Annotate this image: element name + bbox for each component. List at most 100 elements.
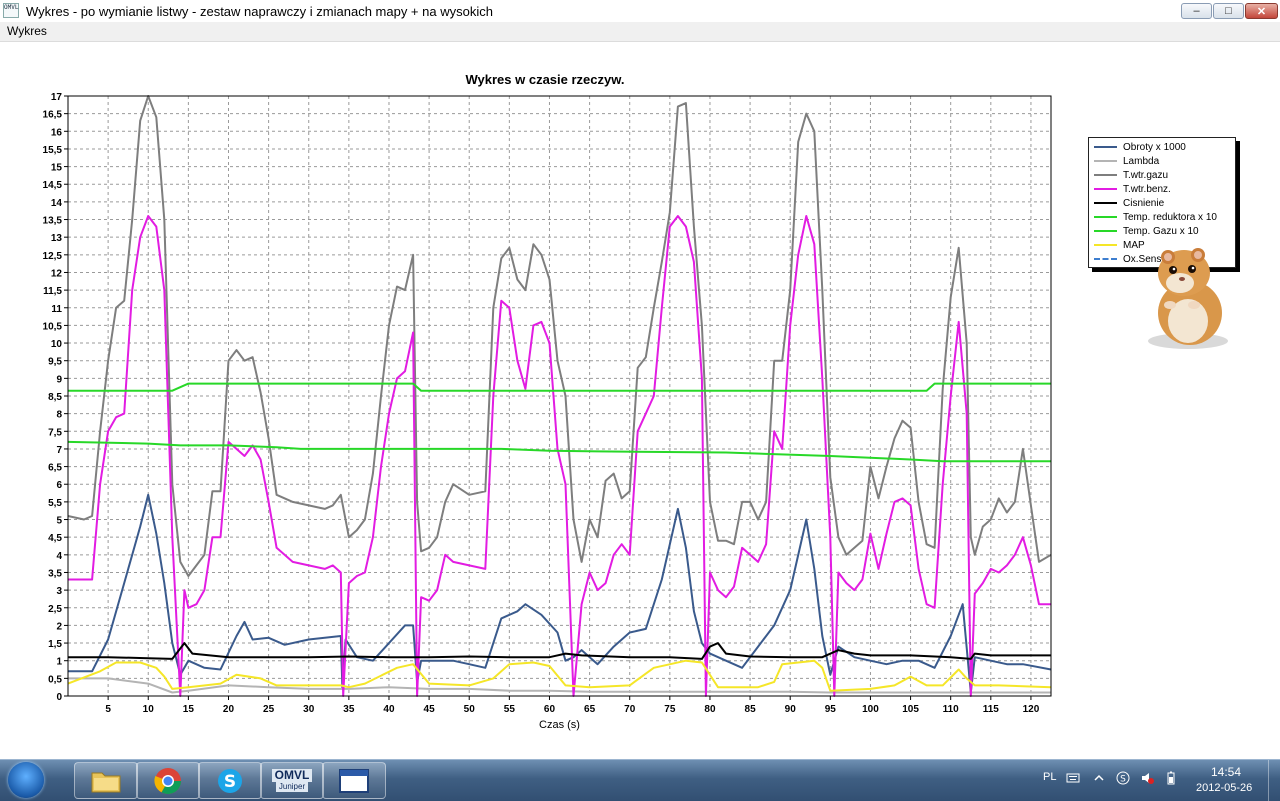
x-tick-label: 40: [383, 704, 395, 715]
legend-item: Cisnienie: [1094, 196, 1235, 210]
legend-label: Lambda: [1123, 155, 1160, 167]
x-tick-label: 80: [704, 704, 716, 715]
y-tick-label: 10: [51, 339, 63, 350]
legend-item: Temp. Gazu x 10: [1094, 224, 1235, 238]
y-tick-label: 9: [56, 374, 62, 385]
x-tick-label: 45: [424, 704, 436, 715]
hamster-mascot-image: [1148, 248, 1228, 349]
y-tick-label: 10,5: [43, 321, 63, 332]
y-tick-label: 4,5: [48, 533, 62, 544]
legend-item: Lambda: [1094, 154, 1235, 168]
x-tick-label: 120: [1023, 704, 1040, 715]
legend-label: Temp. Gazu x 10: [1123, 225, 1199, 237]
clock-time[interactable]: 14:54: [1211, 765, 1241, 779]
y-tick-label: 13,5: [43, 216, 63, 227]
taskbar: S OMVL Juniper PL 14:54 2012-05-26: [0, 759, 1280, 801]
start-button[interactable]: [8, 762, 44, 798]
chrome-icon: [154, 767, 182, 794]
legend-item: T.wtr.gazu: [1094, 168, 1235, 182]
legend-swatch: [1094, 230, 1117, 232]
y-tick-label: 13: [51, 233, 63, 244]
y-tick-label: 0: [56, 692, 62, 703]
y-tick-label: 14: [51, 198, 63, 209]
x-tick-label: 15: [183, 704, 195, 715]
y-tick-label: 15: [51, 163, 63, 174]
speaker-muted-icon[interactable]: [1140, 771, 1154, 785]
keyboard-icon[interactable]: [1066, 771, 1080, 785]
battery-icon[interactable]: [1164, 771, 1178, 785]
chevron-up-icon[interactable]: [1092, 771, 1106, 785]
y-tick-label: 15,5: [43, 145, 63, 156]
x-tick-label: 100: [862, 704, 879, 715]
x-tick-label: 95: [825, 704, 837, 715]
legend-swatch: [1094, 258, 1117, 260]
window-icon: [339, 768, 369, 793]
taskbar-chrome-button[interactable]: [136, 762, 200, 799]
omvl-icon-sublabel: Juniper: [275, 782, 309, 792]
y-tick-label: 12,5: [43, 251, 63, 262]
y-tick-label: 3: [56, 586, 62, 597]
y-tick-label: 14,5: [43, 180, 63, 191]
x-tick-label: 10: [143, 704, 155, 715]
taskbar-explorer-button[interactable]: [74, 762, 138, 799]
taskbar-skype-button[interactable]: S: [198, 762, 262, 799]
clock-date[interactable]: 2012-05-26: [1196, 782, 1252, 794]
skype-icon: S: [218, 768, 242, 793]
y-tick-label: 5,5: [48, 498, 62, 509]
y-tick-label: 1,5: [48, 639, 62, 650]
y-tick-label: 8: [56, 410, 62, 421]
x-tick-label: 115: [983, 704, 1000, 715]
y-tick-label: 3,5: [48, 568, 62, 579]
legend-swatch: [1094, 188, 1117, 190]
y-tick-label: 1: [56, 657, 62, 668]
taskbar-window-button[interactable]: [322, 762, 386, 799]
legend-label: T.wtr.benz.: [1123, 183, 1171, 195]
y-tick-label: 5: [56, 516, 62, 527]
y-tick-label: 9,5: [48, 357, 62, 368]
y-tick-label: 7,5: [48, 427, 62, 438]
legend-swatch: [1094, 160, 1117, 162]
language-indicator[interactable]: PL: [1043, 771, 1056, 783]
legend-swatch: [1094, 244, 1117, 246]
legend-item: Temp. reduktora x 10: [1094, 210, 1235, 224]
legend-item: T.wtr.benz.: [1094, 182, 1235, 196]
x-tick-label: 110: [943, 704, 960, 715]
y-tick-label: 11,5: [43, 286, 62, 297]
y-tick-label: 16,5: [43, 110, 63, 121]
y-tick-label: 17: [51, 92, 63, 103]
folder-icon: [91, 772, 121, 792]
y-tick-label: 12: [51, 268, 63, 279]
x-tick-label: 70: [624, 704, 636, 715]
y-tick-label: 6: [56, 480, 62, 491]
legend-label: Temp. reduktora x 10: [1123, 211, 1217, 223]
y-tick-label: 0,5: [48, 674, 62, 685]
legend-item: Obroty x 1000: [1094, 140, 1235, 154]
x-tick-label: 30: [303, 704, 315, 715]
y-tick-label: 2: [56, 621, 62, 632]
y-tick-label: 4: [56, 551, 62, 562]
show-desktop-button[interactable]: [1268, 760, 1280, 801]
svg-text:S: S: [224, 772, 236, 792]
x-tick-label: 55: [504, 704, 516, 715]
legend-swatch: [1094, 174, 1117, 176]
x-tick-label: 25: [263, 704, 275, 715]
legend-label: T.wtr.gazu: [1123, 169, 1169, 181]
y-tick-label: 11: [51, 304, 62, 315]
x-tick-label: 90: [785, 704, 797, 715]
x-tick-label: 5: [105, 704, 111, 715]
taskbar-omvl-button[interactable]: OMVL Juniper: [260, 762, 324, 799]
y-tick-label: 8,5: [48, 392, 62, 403]
x-tick-label: 75: [664, 704, 676, 715]
skype-tray-icon[interactable]: S: [1116, 771, 1130, 785]
x-tick-label: 85: [745, 704, 757, 715]
y-tick-label: 7: [56, 445, 62, 456]
svg-text:S: S: [1120, 775, 1126, 785]
chart-area: 5 10 15 20 25 30 35 40 45 50 55 60 65 70 75 80 85 90 95 100…: [43, 92, 1052, 731]
y-tick-label: 2,5: [48, 604, 62, 615]
legend-swatch: [1094, 216, 1117, 218]
x-tick-label: 35: [343, 704, 355, 715]
x-axis-label: Czas (s): [539, 719, 580, 731]
y-tick-label: 16: [51, 127, 63, 138]
x-tick-label: 20: [223, 704, 235, 715]
x-tick-label: 105: [902, 704, 919, 715]
